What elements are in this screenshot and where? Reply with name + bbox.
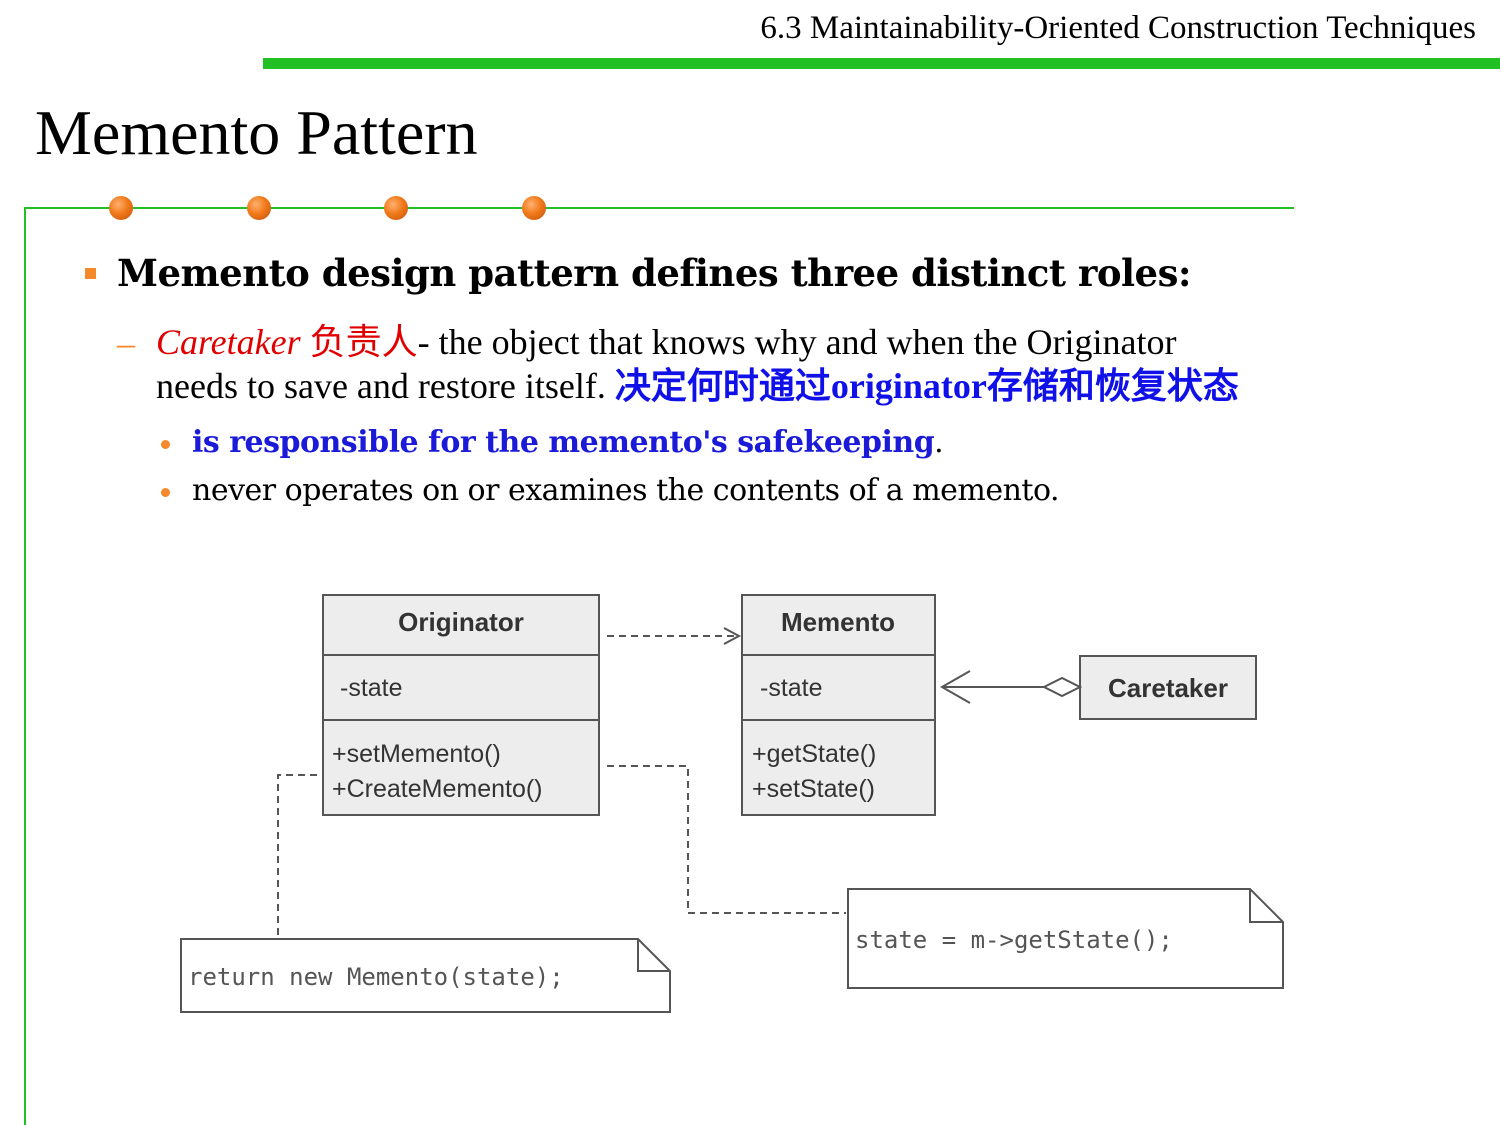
originator-attr: -state [340,674,403,702]
note-connector-create [277,774,317,938]
note-create-memento: return new Memento(state); [180,938,671,1013]
memento-name: Memento [781,607,895,637]
originator-name: Originator [398,607,524,637]
caretaker-name: Caretaker [1108,673,1228,703]
note-create-text: return new Memento(state); [188,963,564,991]
originator-class: Originator -state +setMemento() +CreateM… [322,594,600,816]
memento-op-1: +getState() [752,740,876,768]
aggregation-arrow [939,670,1083,704]
memento-class: Memento -state +getState() +setState() [741,594,936,816]
dependency-arrow [607,627,742,645]
memento-attr: -state [760,674,823,702]
originator-op-1: +setMemento() [332,740,501,768]
note-set-memento: state = m->getState(); [847,888,1284,989]
note-set-text: state = m->getState(); [855,926,1173,954]
memento-op-2: +setState() [752,775,875,803]
originator-op-2: +CreateMemento() [332,775,543,803]
caretaker-class: Caretaker [1079,655,1257,720]
uml-diagram: Originator -state +setMemento() +CreateM… [180,594,1284,1013]
